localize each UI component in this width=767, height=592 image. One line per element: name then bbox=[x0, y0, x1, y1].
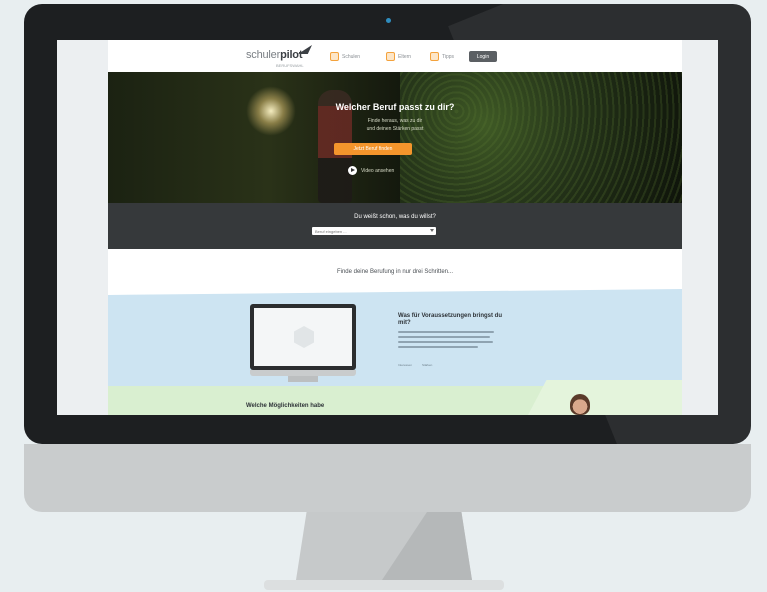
monitor-base bbox=[264, 580, 504, 590]
play-icon bbox=[348, 166, 357, 175]
website: schulerpilot BERUFSWAHL Schulen Eltern T… bbox=[108, 40, 682, 415]
site-logo[interactable]: schulerpilot bbox=[246, 49, 302, 61]
monitor-screen: schulerpilot BERUFSWAHL Schulen Eltern T… bbox=[57, 40, 718, 415]
hero-title: Welcher Beruf passt zu dir? bbox=[335, 102, 455, 112]
video-link[interactable]: Video ansehen bbox=[348, 166, 394, 175]
options-section bbox=[108, 386, 682, 415]
monitor-illustration bbox=[250, 304, 356, 370]
options-title: Welche Möglichkeiten habe bbox=[246, 403, 325, 409]
navbar: schulerpilot BERUFSWAHL Schulen Eltern T… bbox=[108, 40, 682, 72]
hero-hedge-image bbox=[400, 72, 682, 203]
nav-item-tipps[interactable]: Tipps bbox=[430, 50, 454, 63]
job-search-input[interactable] bbox=[312, 227, 436, 235]
monitor-chin bbox=[24, 444, 751, 512]
logo-subtitle: BERUFSWAHL bbox=[276, 63, 304, 68]
find-job-button[interactable]: Jetzt Beruf finden bbox=[334, 143, 412, 155]
school-icon bbox=[330, 52, 339, 61]
nav-item-eltern[interactable]: Eltern bbox=[386, 50, 411, 63]
hero-subtitle: Finde heraus, was zu dir und deinen Stär… bbox=[366, 118, 424, 132]
nav-item-schulen[interactable]: Schulen bbox=[330, 50, 360, 63]
steps-title: Finde deine Berufung in nur drei Schritt… bbox=[336, 269, 454, 275]
monitor-illustration-screen bbox=[254, 308, 352, 366]
requirements-title: Was für Voraussetzungen bringst du mit? bbox=[398, 313, 503, 326]
search-section: Du weißt schon, was du willst? bbox=[108, 203, 682, 249]
chevron-down-icon bbox=[430, 229, 434, 232]
camera-icon bbox=[386, 18, 391, 23]
hexagon-icon bbox=[294, 326, 314, 348]
monitor-stand bbox=[296, 512, 472, 580]
login-button[interactable]: Login bbox=[469, 51, 497, 62]
girl-portrait-image bbox=[570, 394, 590, 415]
search-title: Du weißt schon, was du willst? bbox=[354, 214, 436, 220]
parents-icon bbox=[386, 52, 395, 61]
requirements-links: Interessen Stärken bbox=[398, 363, 432, 367]
requirements-text bbox=[398, 331, 494, 351]
interests-link[interactable]: Interessen bbox=[398, 363, 412, 367]
requirements-section bbox=[108, 289, 682, 389]
tips-icon bbox=[430, 52, 439, 61]
monitor-illustration-stand bbox=[288, 376, 318, 382]
strengths-link[interactable]: Stärken bbox=[422, 363, 432, 367]
hero-section: Welcher Beruf passt zu dir? Finde heraus… bbox=[108, 72, 682, 203]
